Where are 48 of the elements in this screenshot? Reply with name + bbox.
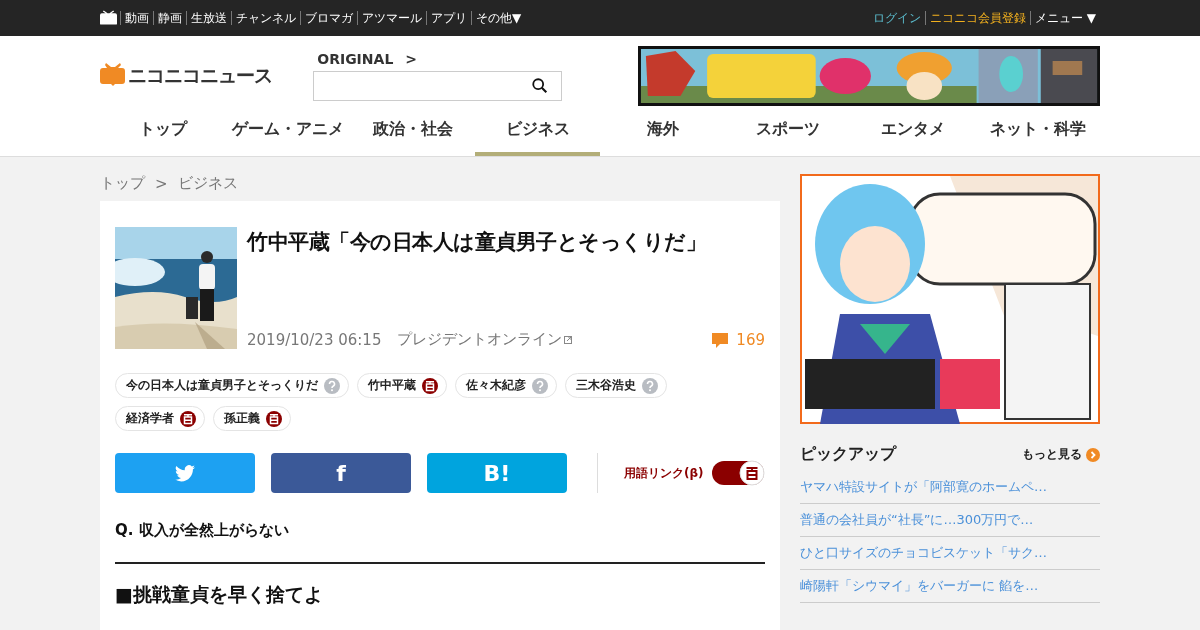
article-date: 2019/10/23 06:15: [247, 330, 382, 349]
service-link[interactable]: 動画: [120, 11, 153, 25]
service-link[interactable]: ブロマガ: [300, 11, 357, 25]
service-link[interactable]: アプリ: [426, 11, 471, 25]
nav-tab[interactable]: ゲーム・アニメ: [225, 106, 350, 156]
question-text: Q. 収入が全然上がらない: [115, 521, 290, 540]
breadcrumb-separator: >: [155, 174, 168, 193]
service-link[interactable]: 生放送: [186, 11, 231, 25]
service-link[interactable]: チャンネル: [231, 11, 300, 25]
service-link[interactable]: その他▼: [471, 11, 526, 25]
service-link[interactable]: 静画: [153, 11, 186, 25]
bird-icon: [175, 464, 195, 482]
account-link[interactable]: ログイン: [868, 11, 925, 25]
more-link[interactable]: もっと見る: [1022, 446, 1082, 463]
original-link[interactable]: ORIGINAL: [317, 51, 394, 67]
nav-tab[interactable]: ビジネス: [475, 106, 600, 156]
tv-icon[interactable]: [100, 10, 117, 26]
nav-tab[interactable]: 政治・社会: [350, 106, 475, 156]
search-field[interactable]: [313, 71, 562, 101]
tv-logo-icon: [100, 63, 126, 89]
term-link-label: 用語リンク(β): [624, 464, 704, 482]
nav-tab[interactable]: エンタメ: [850, 106, 975, 156]
nav-tab[interactable]: ネット・科学: [975, 106, 1100, 156]
facebook-share-button[interactable]: f: [271, 453, 411, 493]
account-link[interactable]: ニコニコ会員登録: [924, 11, 1030, 25]
service-link[interactable]: アツマール: [357, 11, 426, 25]
site-logo[interactable]: ニコニコニュース: [128, 63, 272, 89]
search-icon[interactable]: [531, 77, 549, 95]
dictionary-icon: [266, 410, 282, 427]
chevron-icon: >: [405, 51, 418, 67]
question-icon: [324, 377, 340, 394]
nav-tab[interactable]: 海外: [600, 106, 725, 156]
dictionary-icon: [180, 410, 196, 427]
nav-tab[interactable]: スポーツ: [725, 106, 850, 156]
twitter-share-button[interactable]: [115, 453, 255, 493]
source-link[interactable]: プレジデントオンライン: [397, 330, 563, 349]
section-heading: ■挑戦童貞を早く捨てよ: [115, 582, 324, 607]
breadcrumb-link[interactable]: ビジネス: [177, 174, 238, 193]
breadcrumb-link[interactable]: トップ: [100, 174, 145, 193]
nav-tab[interactable]: トップ: [100, 106, 225, 156]
external-link-icon: [564, 335, 573, 344]
question-icon: [532, 377, 548, 394]
account-link[interactable]: メニュー ▼: [1029, 11, 1100, 25]
term-link-toggle[interactable]: [711, 461, 764, 485]
dictionary-icon: [422, 377, 438, 394]
question-icon: [642, 377, 658, 394]
section-title: ピックアップ: [800, 444, 898, 465]
article-title: 竹中平蔵「今の日本人は童貞男子とそっくりだ」: [247, 229, 707, 256]
